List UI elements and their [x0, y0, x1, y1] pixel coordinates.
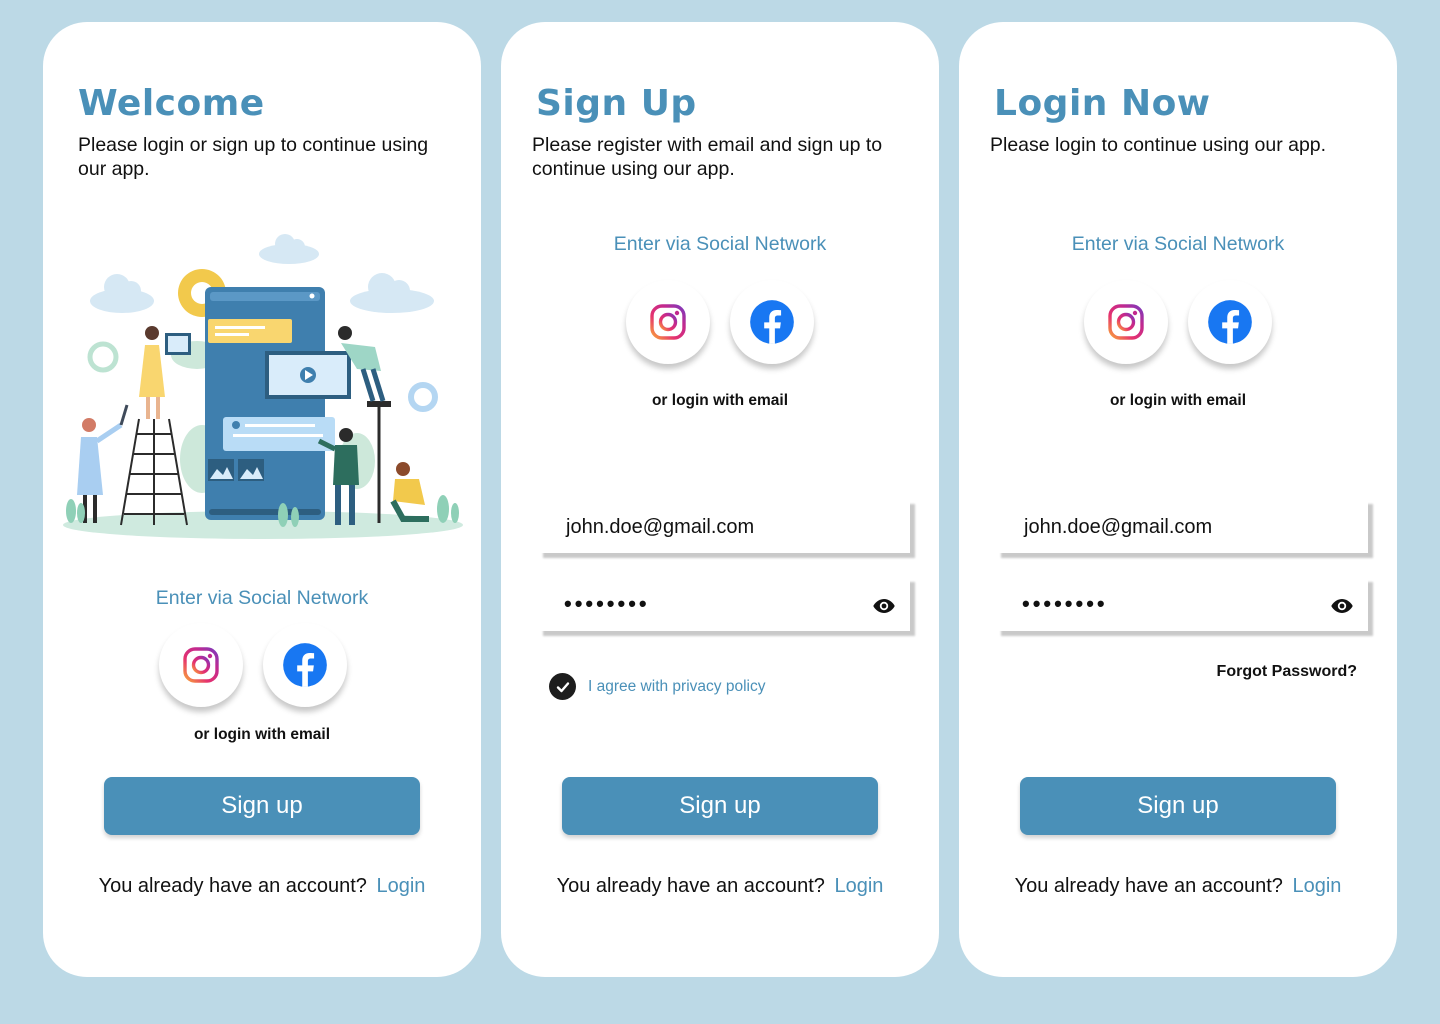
or-login-with-email-label: or login with email	[1109, 392, 1247, 409]
sign-up-screen: Sign Up Please register with email and s…	[501, 22, 939, 977]
privacy-policy-label[interactable]: I agree with privacy policy	[588, 678, 765, 696]
or-login-with-email-label: or login with email	[651, 392, 789, 409]
page-title: Welcome	[78, 83, 265, 124]
privacy-agreement: I agree with privacy policy	[549, 673, 765, 700]
password-field[interactable]: ••••••••	[996, 577, 1368, 631]
facebook-login-button[interactable]	[263, 623, 347, 707]
sign-up-button[interactable]: Sign up	[1020, 777, 1336, 835]
show-password-toggle[interactable]	[1330, 594, 1354, 623]
password-value: ••••••••	[564, 591, 650, 616]
instagram-login-button[interactable]	[1084, 280, 1168, 364]
email-field[interactable]: john.doe@gmail.com	[996, 499, 1368, 553]
sign-up-button[interactable]: Sign up	[562, 777, 878, 835]
page-title: Login Now	[994, 83, 1211, 124]
password-value: ••••••••	[1022, 591, 1108, 616]
social-network-label: Enter via Social Network	[155, 587, 369, 609]
account-prompt-text: You already have an account?	[1014, 875, 1283, 897]
show-password-toggle[interactable]	[872, 594, 896, 623]
sign-up-button[interactable]: Sign up	[104, 777, 420, 835]
login-link[interactable]: Login	[376, 875, 425, 897]
account-prompt: You already have an account? Login	[959, 875, 1397, 898]
login-link[interactable]: Login	[834, 875, 883, 897]
password-field[interactable]: ••••••••	[538, 577, 910, 631]
facebook-login-button[interactable]	[730, 280, 814, 364]
account-prompt: You already have an account? Login	[501, 875, 939, 898]
page-subtitle: Please register with email and sign up t…	[532, 134, 883, 180]
social-network-label: Enter via Social Network	[1071, 233, 1285, 255]
email-value: john.doe@gmail.com	[566, 516, 755, 538]
welcome-screen: Welcome Please login or sign up to conti…	[43, 22, 481, 977]
forgot-password-link[interactable]: Forgot Password?	[1217, 663, 1357, 681]
checkmark-icon	[556, 681, 569, 692]
instagram-icon	[181, 645, 221, 685]
or-login-with-email-label: or login with email	[193, 726, 331, 743]
privacy-checkbox[interactable]	[549, 673, 576, 700]
facebook-icon	[749, 299, 795, 345]
account-prompt: You already have an account? Login	[43, 875, 481, 898]
eye-icon	[1330, 594, 1354, 618]
email-field[interactable]: john.doe@gmail.com	[538, 499, 910, 553]
instagram-icon	[648, 302, 688, 342]
eye-icon	[872, 594, 896, 618]
page-title: Sign Up	[536, 83, 697, 124]
facebook-icon	[282, 642, 328, 688]
account-prompt-text: You already have an account?	[556, 875, 825, 897]
team-building-illustration	[63, 234, 463, 539]
instagram-icon	[1106, 302, 1146, 342]
login-screen: Login Now Please login to continue using…	[959, 22, 1397, 977]
account-prompt-text: You already have an account?	[98, 875, 367, 897]
social-network-label: Enter via Social Network	[613, 233, 827, 255]
email-value: john.doe@gmail.com	[1024, 516, 1213, 538]
facebook-login-button[interactable]	[1188, 280, 1272, 364]
page-subtitle: Please login to continue using our app.	[990, 134, 1327, 156]
page-subtitle: Please login or sign up to continue usin…	[78, 134, 429, 180]
login-link[interactable]: Login	[1292, 875, 1341, 897]
facebook-icon	[1207, 299, 1253, 345]
instagram-login-button[interactable]	[159, 623, 243, 707]
instagram-login-button[interactable]	[626, 280, 710, 364]
